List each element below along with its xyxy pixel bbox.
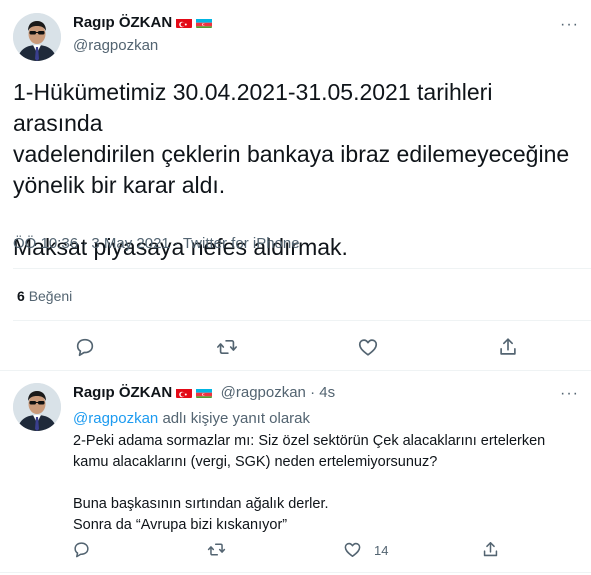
reply-author-name[interactable]: Ragıp ÖZKAN [73, 384, 172, 401]
like-icon[interactable] [343, 540, 362, 559]
reply-icon[interactable] [72, 540, 91, 559]
reply-text: 2-Peki adama sormazlar mı: Siz özel sekt… [73, 431, 573, 536]
divider [13, 268, 591, 269]
meta-separator: · [169, 235, 183, 252]
reply-header: Ragıp ÖZKAN @ragpozkan · 4s [73, 384, 335, 402]
reply-author-handle[interactable]: @ragpozkan [221, 384, 306, 401]
reply-text-line: Sonra da “Avrupa bizi kıskanıyor” [73, 517, 288, 533]
azerbaijan-flag-icon [196, 387, 213, 398]
reply-author-avatar[interactable] [13, 383, 61, 431]
turkey-flag-icon [176, 387, 193, 398]
author-handle[interactable]: @ragpozkan [73, 37, 158, 54]
tweet-time[interactable]: ÖÖ 10:36 [13, 235, 78, 252]
divider [0, 572, 591, 573]
reply-time[interactable]: 4s [319, 384, 335, 401]
retweet-icon[interactable] [216, 336, 238, 358]
more-options-icon[interactable]: ··· [560, 16, 579, 34]
meta-separator: · [305, 384, 320, 401]
tweet-text-line: vadelendirilen çeklerin bankaya ibraz ed… [13, 141, 570, 167]
tweet-date[interactable]: 3 May 2021 [91, 235, 169, 252]
author-header: Ragıp ÖZKAN [73, 14, 213, 34]
retweet-icon[interactable] [207, 540, 226, 559]
replying-mention-link[interactable]: @ragpozkan [73, 410, 158, 427]
reply-text-line: kamu alacaklarını (vergi, SGK) neden ert… [73, 454, 438, 470]
tweet-meta: ÖÖ 10:36 · 3 May 2021 · Twitter for iPho… [13, 235, 300, 252]
author-name[interactable]: Ragıp ÖZKAN [73, 14, 172, 31]
like-count: 14 [374, 543, 389, 558]
meta-separator: · [78, 235, 92, 252]
azerbaijan-flag-icon [196, 17, 213, 28]
divider [0, 370, 591, 371]
share-icon[interactable] [497, 336, 519, 358]
likes-count: 6 [17, 288, 25, 304]
reply-text-line: Buna başkasının sırtından ağalık derler. [73, 496, 329, 512]
avatar-photo [13, 13, 61, 61]
likes-stat[interactable]: 6 Beğeni [17, 288, 72, 304]
author-avatar[interactable] [13, 13, 61, 61]
reply-text-line: 2-Peki adama sormazlar mı: Siz özel sekt… [73, 433, 546, 449]
replying-to: @ragpozkan adlı kişiye yanıt olarak [73, 410, 310, 427]
like-icon[interactable] [357, 336, 379, 358]
turkey-flag-icon [176, 17, 193, 28]
tweet-text-line: 1-Hükümetimiz 30.04.2021-31.05.2021 tari… [13, 79, 493, 136]
more-options-icon[interactable]: ··· [560, 385, 579, 403]
replying-label: adlı kişiye yanıt olarak [158, 410, 311, 427]
divider [13, 320, 591, 321]
reply-icon[interactable] [74, 336, 96, 358]
avatar-photo [13, 383, 61, 431]
likes-label: Beğeni [28, 288, 73, 304]
share-icon[interactable] [481, 540, 500, 559]
tweet-source[interactable]: Twitter for iPhone [183, 235, 300, 252]
tweet-text-line: yönelik bir karar aldı. [13, 172, 226, 198]
